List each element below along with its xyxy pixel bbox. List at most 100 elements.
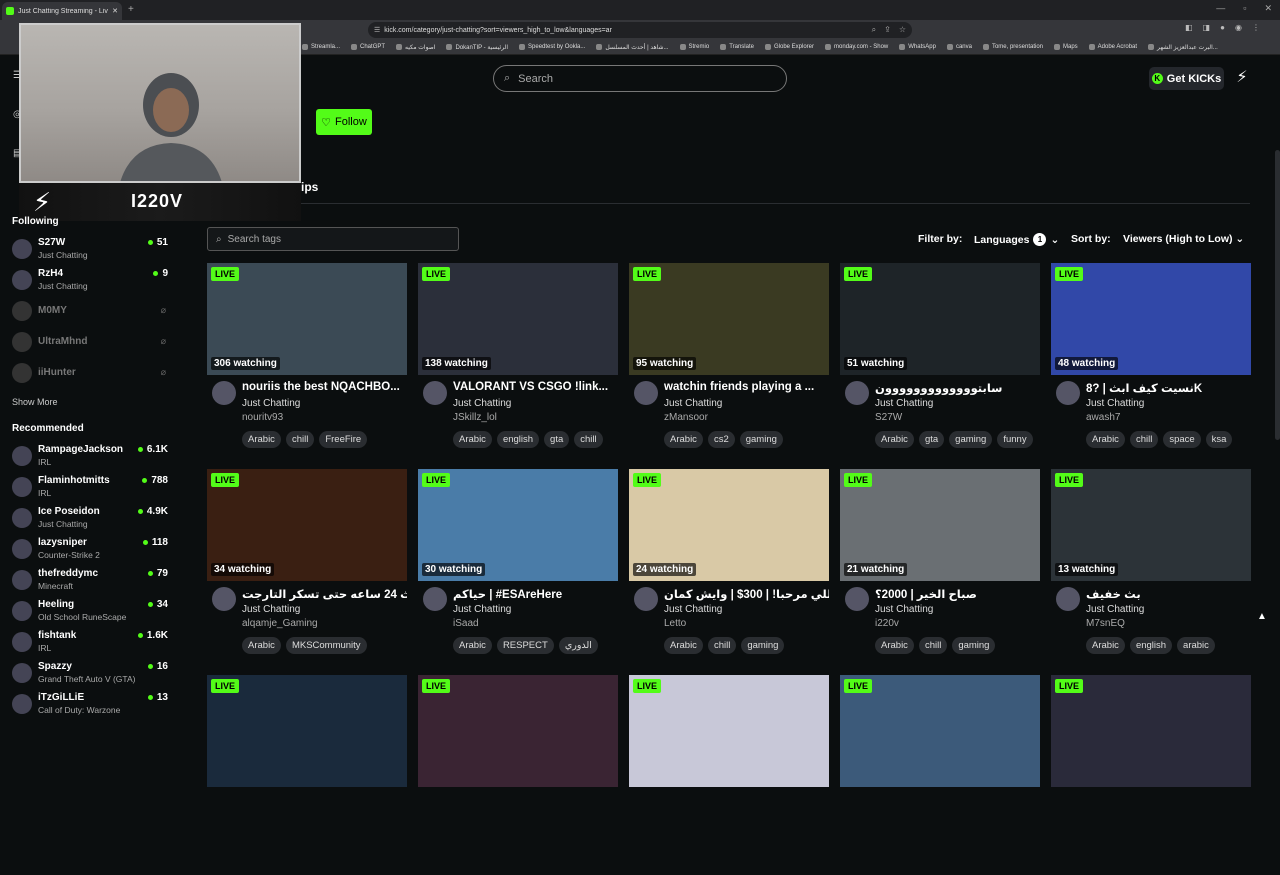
stream-thumbnail[interactable]: LIVE bbox=[629, 675, 829, 787]
streamer-username[interactable]: Letto bbox=[664, 618, 686, 629]
sidebar-item[interactable]: Flaminhotmitts IRL 788 bbox=[12, 474, 168, 502]
stream-title[interactable]: بث خفيف bbox=[1086, 587, 1251, 601]
tag-chip[interactable]: Arabic bbox=[664, 431, 703, 448]
extension-icon[interactable]: ● bbox=[1220, 23, 1225, 32]
maximize-icon[interactable]: ▫ bbox=[1243, 3, 1246, 14]
tag-chip[interactable]: FreeFire bbox=[319, 431, 368, 448]
sidebar-item[interactable]: UltraMhnd ⌀ bbox=[12, 329, 168, 357]
bookmark-item[interactable]: Globe Explorer bbox=[764, 44, 814, 50]
stream-category[interactable]: Just Chatting bbox=[242, 604, 300, 615]
tag-chip[interactable]: funny bbox=[997, 431, 1033, 448]
site-info-icon[interactable]: ☰ bbox=[374, 26, 380, 34]
extension-icon[interactable]: ◧ bbox=[1185, 23, 1193, 32]
stream-card[interactable]: LIVE 21 watching صباح الخير | 2000؟ Just Ch… bbox=[840, 469, 1040, 669]
bookmark-item[interactable]: Adobe Acrobat bbox=[1088, 44, 1137, 50]
streamer-avatar[interactable] bbox=[212, 381, 236, 405]
tag-chip[interactable]: gaming bbox=[949, 431, 993, 448]
stream-category[interactable]: Just Chatting bbox=[1086, 604, 1144, 615]
bookmark-item[interactable]: البرت عبدالعزيز الشهر... bbox=[1148, 44, 1218, 51]
stream-card[interactable]: LIVE 48 watching نسيت كيف ابث | ?8K Just Ch… bbox=[1051, 263, 1251, 463]
stream-thumbnail[interactable]: LIVE 30 watching bbox=[418, 469, 618, 581]
streamer-username[interactable]: awash7 bbox=[1086, 412, 1120, 423]
stream-thumbnail[interactable]: LIVE 138 watching bbox=[418, 263, 618, 375]
stream-card[interactable]: LIVE 138 watching VALORANT VS CSGO !link..… bbox=[418, 263, 618, 463]
stream-category[interactable]: Just Chatting bbox=[1086, 398, 1144, 409]
bookmark-star-icon[interactable]: ☆ bbox=[899, 25, 906, 35]
tag-chip[interactable]: RESPECT bbox=[496, 637, 554, 654]
streamer-avatar[interactable] bbox=[423, 587, 447, 611]
stream-card[interactable]: LIVE bbox=[207, 675, 407, 875]
share-icon[interactable]: ⇪ bbox=[884, 25, 891, 35]
stream-card[interactable]: LIVE 30 watching حياكم | #ESAreHere Just Ch… bbox=[418, 469, 618, 669]
streamer-avatar[interactable] bbox=[634, 381, 658, 405]
sidebar-item[interactable]: RampageJackson IRL 6.1K bbox=[12, 443, 168, 471]
url-bar[interactable]: ☰ kick.com/category/just-chatting?sort=v… bbox=[368, 22, 912, 38]
streamer-username[interactable]: JSkillz_lol bbox=[453, 412, 497, 423]
bookmark-item[interactable]: monday.com - Show bbox=[825, 44, 888, 50]
stream-thumbnail[interactable]: LIVE 24 watching bbox=[629, 469, 829, 581]
stream-title[interactable]: nouriis the best NQACHBO... bbox=[242, 381, 407, 393]
stream-category[interactable]: Just Chatting bbox=[664, 604, 722, 615]
stream-thumbnail[interactable]: LIVE bbox=[418, 675, 618, 787]
user-avatar-bolt-icon[interactable]: ⚡ bbox=[1232, 67, 1252, 89]
tag-chip[interactable]: Arabic bbox=[242, 431, 281, 448]
sidebar-item[interactable]: Ice Poseidon Just Chatting 4.9K bbox=[12, 505, 168, 533]
bookmark-item[interactable]: DokanTIP - الرئيسية bbox=[446, 44, 508, 51]
tag-chip[interactable]: chill bbox=[574, 431, 603, 448]
streamer-username[interactable]: i220v bbox=[875, 618, 899, 629]
sidebar-item[interactable]: Heeling Old School RuneScape 34 bbox=[12, 598, 168, 626]
streamer-avatar[interactable] bbox=[423, 381, 447, 405]
bookmark-item[interactable]: ChatGPT bbox=[351, 44, 385, 50]
stream-card[interactable]: LIVE 34 watching بث 24 ساعه حتى تسكر التار… bbox=[207, 469, 407, 669]
streamer-avatar[interactable] bbox=[845, 587, 869, 611]
tag-chip[interactable]: Arabic bbox=[875, 431, 914, 448]
sidebar-item[interactable]: M0MY ⌀ bbox=[12, 298, 168, 326]
close-window-icon[interactable]: ✕ bbox=[1264, 3, 1272, 14]
bookmark-item[interactable]: canva bbox=[946, 44, 972, 50]
stream-thumbnail[interactable]: LIVE bbox=[840, 675, 1040, 787]
stream-card[interactable]: LIVE bbox=[1051, 675, 1251, 875]
stream-thumbnail[interactable]: LIVE 21 watching bbox=[840, 469, 1040, 581]
stream-thumbnail[interactable]: LIVE 48 watching bbox=[1051, 263, 1251, 375]
profile-icon[interactable]: ◉ bbox=[1235, 23, 1242, 32]
tag-chip[interactable]: ksa bbox=[1205, 431, 1233, 448]
stream-thumbnail[interactable]: LIVE 51 watching bbox=[840, 263, 1040, 375]
stream-card[interactable]: LIVE 24 watching و الله اللي مرحبا! | 300$… bbox=[629, 469, 829, 669]
sort-dropdown[interactable]: Viewers (High to Low) ⌄ bbox=[1123, 233, 1244, 245]
menu-icon[interactable]: ⋮ bbox=[1252, 23, 1260, 32]
tag-chip[interactable]: Arabic bbox=[1086, 637, 1125, 654]
stream-title[interactable]: سابتووووووووووووون bbox=[875, 381, 1040, 395]
stream-category[interactable]: Just Chatting bbox=[242, 398, 300, 409]
sidebar-item[interactable]: iTzGiLLiE Call of Duty: Warzone 13 bbox=[12, 691, 168, 719]
extension-icon[interactable]: ◨ bbox=[1203, 23, 1211, 32]
stream-thumbnail[interactable]: LIVE 95 watching bbox=[629, 263, 829, 375]
tag-chip[interactable]: Arabic bbox=[242, 637, 281, 654]
bookmark-item[interactable]: Tome, presentation bbox=[982, 44, 1043, 50]
stream-title[interactable]: نسيت كيف ابث | ?8K bbox=[1086, 381, 1251, 395]
scrollbar[interactable] bbox=[1275, 150, 1280, 440]
tag-chip[interactable]: cs2 bbox=[707, 431, 735, 448]
streamer-avatar[interactable] bbox=[634, 587, 658, 611]
bookmark-item[interactable]: Streamla... bbox=[302, 44, 340, 50]
tag-chip[interactable]: Arabic bbox=[453, 637, 492, 654]
stream-title[interactable]: و الله اللي مرحبا! | 300$ | وايش كمان bbox=[664, 587, 829, 601]
stream-thumbnail[interactable]: LIVE bbox=[1051, 675, 1251, 787]
stream-thumbnail[interactable]: LIVE 13 watching bbox=[1051, 469, 1251, 581]
streamer-avatar[interactable] bbox=[1056, 587, 1080, 611]
follow-button[interactable]: ♡ Follow bbox=[316, 109, 372, 135]
tag-chip[interactable]: Arabic bbox=[1086, 431, 1125, 448]
stream-thumbnail[interactable]: LIVE 306 watching bbox=[207, 263, 407, 375]
streamer-username[interactable]: zMansoor bbox=[664, 412, 708, 423]
sidebar-item[interactable]: RzH4 Just Chatting 9 bbox=[12, 267, 168, 295]
tag-chip[interactable]: chill bbox=[918, 637, 948, 654]
stream-category[interactable]: Just Chatting bbox=[453, 604, 511, 615]
streamer-username[interactable]: iSaad bbox=[453, 618, 479, 629]
streamer-username[interactable]: S27W bbox=[875, 412, 902, 423]
stream-title[interactable]: VALORANT VS CSGO !link... bbox=[453, 381, 618, 393]
sidebar-item[interactable]: fishtank IRL 1.6K bbox=[12, 629, 168, 657]
stream-title[interactable]: watchin friends playing a ... bbox=[664, 381, 829, 393]
browser-tab[interactable]: Just Chatting Streaming - Live S ✕ bbox=[2, 2, 122, 20]
stream-title[interactable]: صباح الخير | 2000؟ bbox=[875, 587, 1040, 601]
tag-chip[interactable]: space bbox=[1163, 431, 1201, 448]
tag-chip[interactable]: chill bbox=[707, 637, 737, 654]
